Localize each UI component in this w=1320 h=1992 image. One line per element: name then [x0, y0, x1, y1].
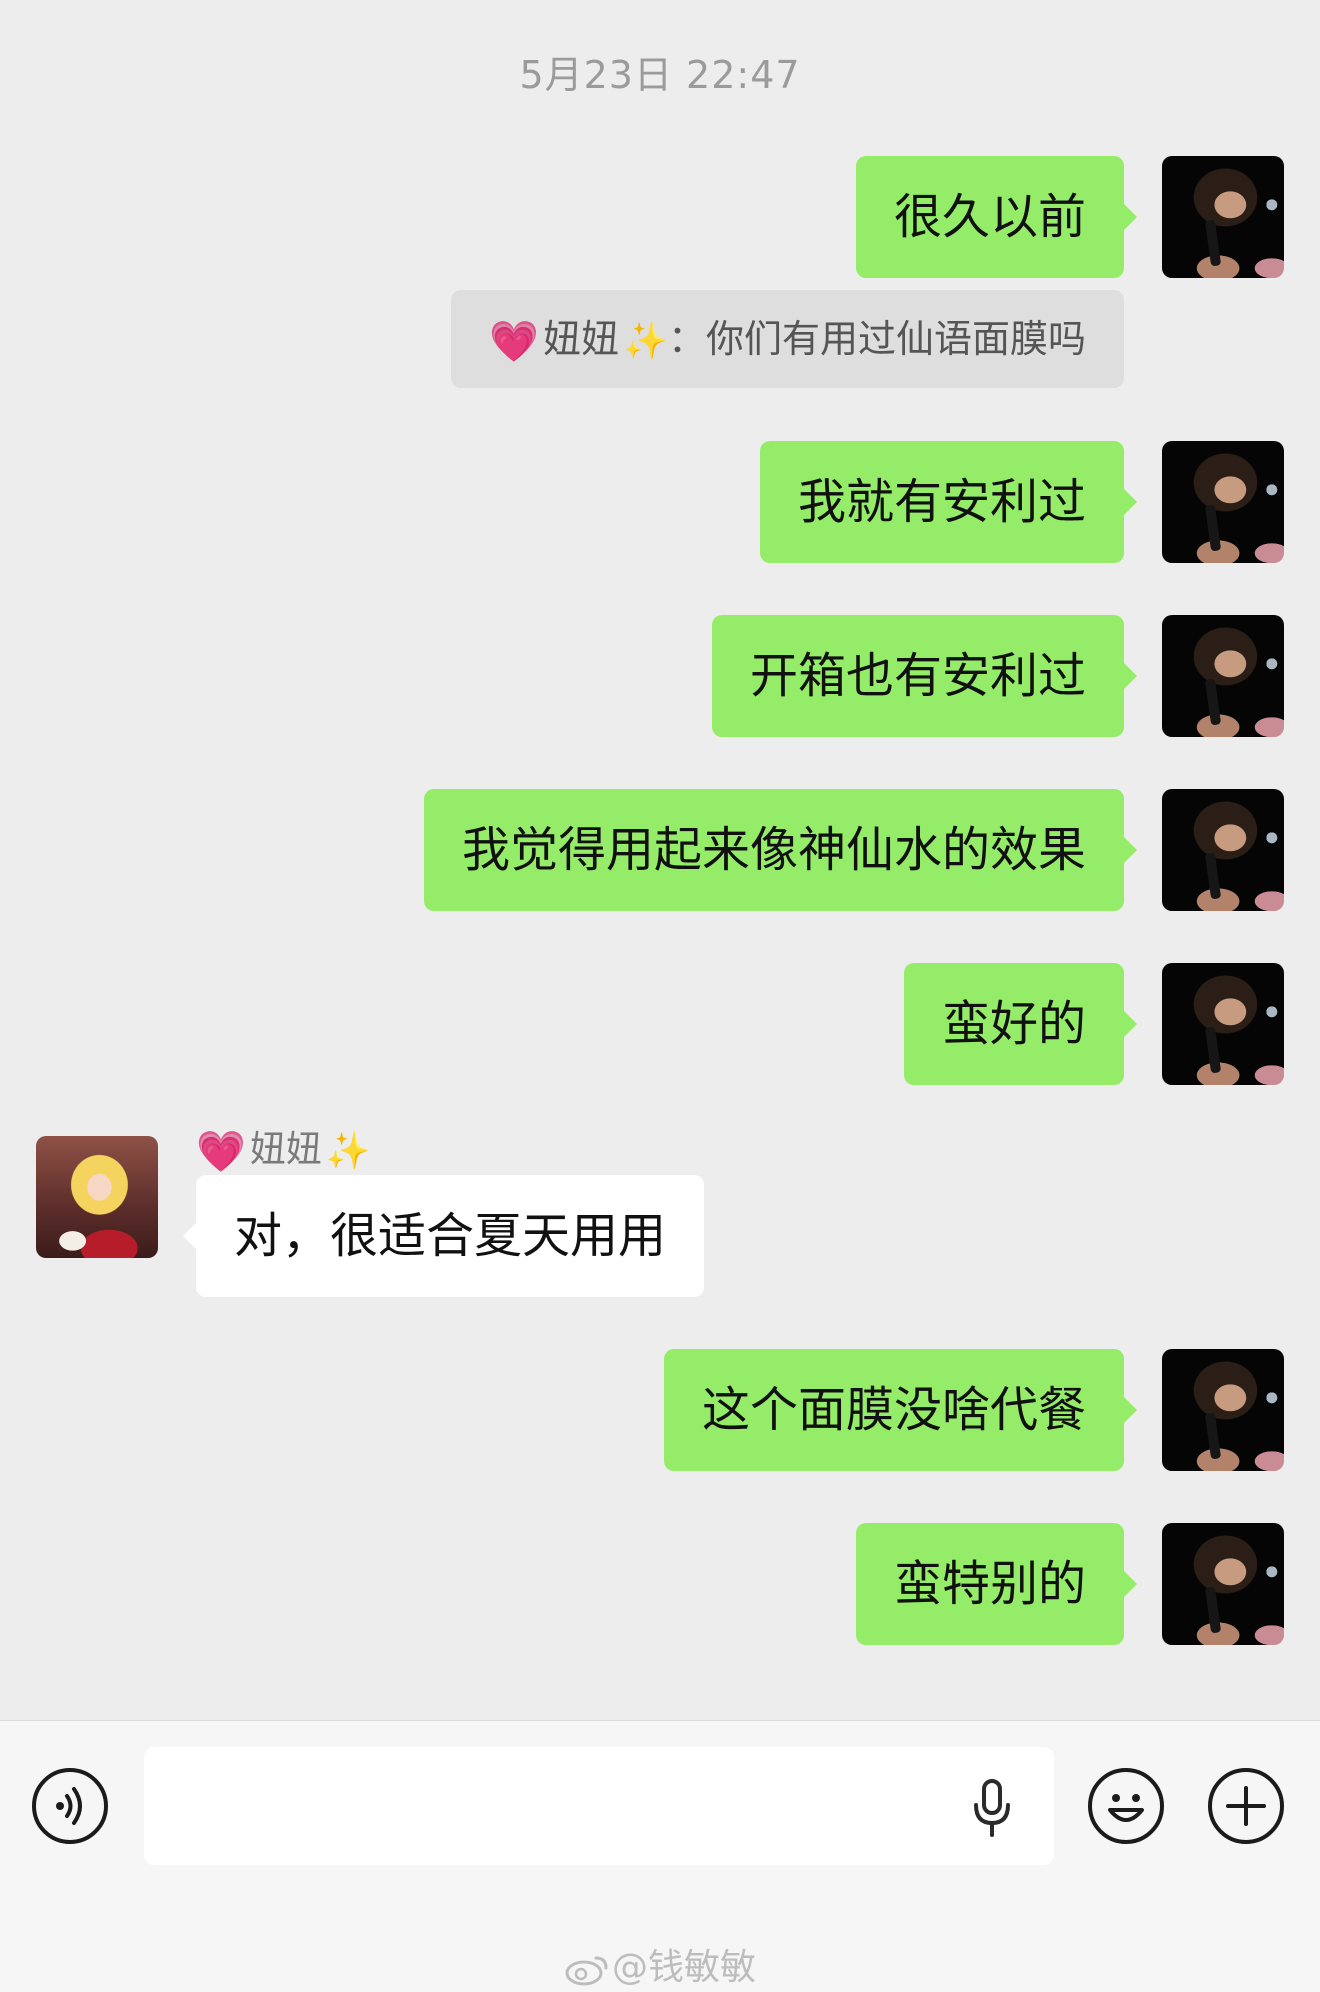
avatar-self[interactable] — [1162, 789, 1284, 911]
message-input[interactable] — [144, 1747, 1054, 1865]
weibo-icon — [565, 1956, 608, 1986]
plus-icon — [1226, 1786, 1266, 1826]
plus-button[interactable] — [1208, 1768, 1284, 1844]
message-bubble-incoming[interactable]: 对，很适合夏天用用 — [182, 1175, 705, 1297]
watermark: @钱敏敏 — [0, 1938, 1320, 1990]
avatar-self[interactable] — [1162, 615, 1284, 737]
sparkle-icon: ✨ — [623, 320, 668, 362]
avatar-self[interactable] — [1162, 441, 1284, 563]
quote-text: 你们有用过仙语面膜吗 — [705, 317, 1086, 361]
message-bubble-outgoing[interactable]: 蛮特别的 — [855, 1523, 1138, 1645]
emoji-icon — [1108, 1794, 1144, 1822]
sparkle-icon: ✨ — [325, 1131, 371, 1172]
sender-name-text: 妞妞 — [249, 1129, 322, 1170]
emoji-button[interactable] — [1088, 1768, 1164, 1844]
message-bubble-outgoing[interactable]: 很久以前 — [855, 156, 1138, 278]
heart-icon: 💗 — [489, 318, 540, 365]
avatar-self[interactable] — [1162, 1349, 1284, 1471]
quoted-message[interactable]: 💗 妞妞 ✨：你们有用过仙语面膜吗 — [451, 290, 1124, 388]
avatar-self[interactable] — [1162, 156, 1284, 278]
avatar-self[interactable] — [1162, 963, 1284, 1085]
chat-timestamp: 5月23日 22:47 — [519, 53, 801, 97]
mic-icon[interactable] — [972, 1779, 1012, 1837]
avatar-contact[interactable] — [36, 1136, 158, 1258]
watermark-text: @钱敏敏 — [611, 1947, 756, 1988]
heart-icon: 💗 — [196, 1128, 246, 1175]
voice-icon — [56, 1787, 82, 1825]
message-bubble-outgoing[interactable]: 开箱也有安利过 — [711, 615, 1138, 737]
message-bubble-outgoing[interactable]: 我就有安利过 — [759, 441, 1138, 563]
quote-separator: ： — [667, 317, 706, 361]
message-bubble-outgoing[interactable]: 蛮好的 — [903, 963, 1138, 1085]
quote-sender: 妞妞 — [543, 317, 620, 361]
message-bubble-outgoing[interactable]: 这个面膜没啥代餐 — [663, 1349, 1138, 1471]
message-bubble-outgoing[interactable]: 我觉得用起来像神仙水的效果 — [423, 789, 1138, 911]
avatar-self[interactable] — [1162, 1523, 1284, 1645]
sender-name: 💗 妞妞 ✨ — [196, 1120, 371, 1175]
voice-button[interactable] — [32, 1768, 108, 1844]
